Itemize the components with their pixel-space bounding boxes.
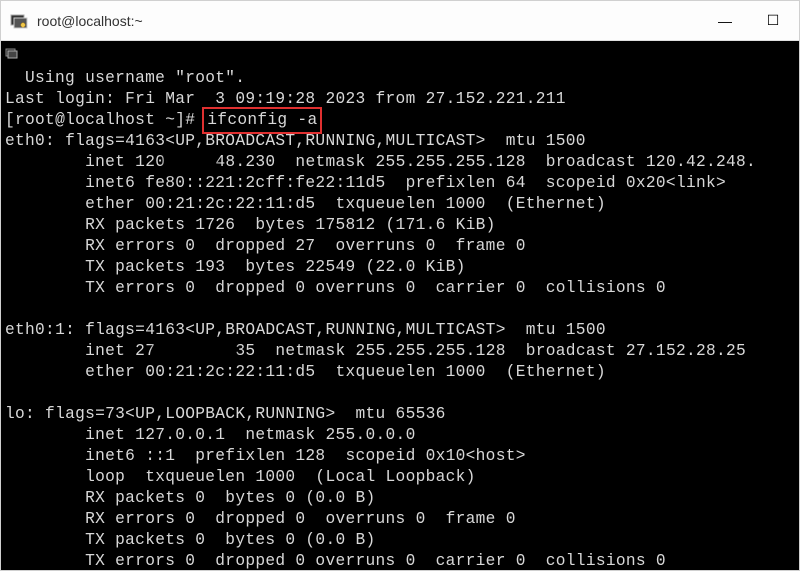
command-highlight: ifconfig -a: [202, 107, 322, 134]
lo-inet6: inet6 ::1 prefixlen 128 scopeid 0x10<hos…: [5, 447, 526, 465]
eth0-1-header: eth0:1: flags=4163<UP,BROADCAST,RUNNING,…: [5, 321, 606, 339]
lo-inet: inet 127.0.0.1 netmask 255.0.0.0: [5, 426, 416, 444]
lo-tx-packets: TX packets 0 bytes 0 (0.0 B): [5, 531, 376, 549]
eth0-ether: ether 00:21:2c:22:11:d5 txqueuelen 1000 …: [5, 195, 606, 213]
lo-header: lo: flags=73<UP,LOOPBACK,RUNNING> mtu 65…: [5, 405, 446, 423]
session-icon: [5, 47, 19, 68]
eth0-1-ether: ether 00:21:2c:22:11:d5 txqueuelen 1000 …: [5, 363, 606, 381]
terminal-icon: [9, 11, 29, 31]
eth0-inet-post: 48.230 netmask 255.255.255.128 broadcast…: [215, 153, 756, 171]
eth0-inet6: inet6 fe80::221:2cff:fe22:11d5 prefixlen…: [5, 174, 726, 192]
window-controls: — ☐: [713, 9, 791, 33]
title-bar[interactable]: root@localhost:~ — ☐: [1, 1, 799, 41]
lo-loop: loop txqueuelen 1000 (Local Loopback): [5, 468, 476, 486]
eth0-tx-packets: TX packets 193 bytes 22549 (22.0 KiB): [5, 258, 466, 276]
using-line: Using username "root".: [5, 69, 245, 87]
eth0-rx-packets: RX packets 1726 bytes 175812 (171.6 KiB): [5, 216, 496, 234]
lo-rx-errors: RX errors 0 dropped 0 overruns 0 frame 0: [5, 510, 516, 528]
lo-tx-errors: TX errors 0 dropped 0 overruns 0 carrier…: [5, 552, 666, 570]
lo-rx-packets: RX packets 0 bytes 0 (0.0 B): [5, 489, 376, 507]
redacted-ip-2: .XXX.XX.: [155, 341, 235, 362]
eth0-header: eth0: flags=4163<UP,BROADCAST,RUNNING,MU…: [5, 132, 586, 150]
redacted-ip: .XX.X: [165, 152, 215, 173]
window-title: root@localhost:~: [37, 13, 713, 29]
last-login-line: Last login: Fri Mar 3 09:19:28 2023 from…: [5, 90, 566, 108]
command-text: ifconfig -a: [207, 111, 317, 129]
eth0-inet-pre: inet 120: [5, 153, 165, 171]
eth0-1-inet-post: 35 netmask 255.255.255.128 broadcast 27.…: [235, 342, 746, 360]
terminal-window: root@localhost:~ — ☐ Using username "roo…: [0, 0, 800, 571]
maximize-button[interactable]: ☐: [761, 9, 785, 33]
terminal-output[interactable]: Using username "root". Last login: Fri M…: [1, 41, 799, 570]
eth0-1-inet-pre: inet 27: [5, 342, 155, 360]
eth0-rx-errors: RX errors 0 dropped 27 overruns 0 frame …: [5, 237, 526, 255]
minimize-button[interactable]: —: [713, 9, 737, 33]
prompt: [root@localhost ~]#: [5, 111, 205, 129]
eth0-tx-errors: TX errors 0 dropped 0 overruns 0 carrier…: [5, 279, 666, 297]
